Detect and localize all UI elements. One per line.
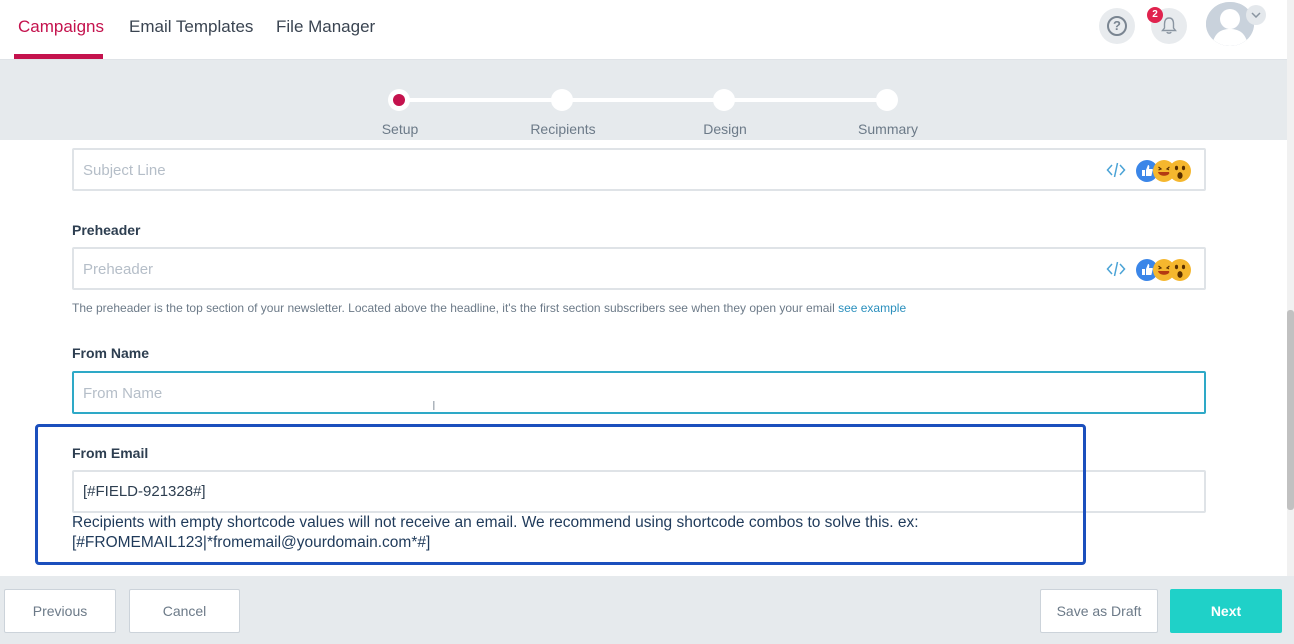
progress-stepper: Setup Recipients Design Summary — [0, 60, 1294, 140]
step-label-summary: Summary — [858, 121, 918, 137]
tab-file-manager[interactable]: File Manager — [276, 0, 375, 59]
preheader-hint: The preheader is the top section of your… — [72, 301, 906, 315]
tab-email-templates[interactable]: Email Templates — [129, 0, 253, 59]
chevron-down-icon — [1251, 12, 1261, 18]
step-dot-setup[interactable] — [388, 89, 410, 111]
tab-campaigns[interactable]: Campaigns — [18, 0, 104, 59]
next-button[interactable]: Next — [1170, 589, 1282, 633]
setup-form: Subject Line Preheader Preheader The pre… — [0, 140, 1287, 576]
step-dot-recipients[interactable] — [551, 89, 573, 111]
step-label-design: Design — [703, 121, 747, 137]
bell-icon — [1161, 17, 1177, 34]
step-label-setup: Setup — [381, 121, 419, 137]
save-draft-button[interactable]: Save as Draft — [1040, 589, 1158, 633]
emoji-picker-icon[interactable] — [1134, 158, 1192, 184]
scrollbar-track-top — [1287, 0, 1294, 60]
from-name-input[interactable]: From Name — [72, 371, 1206, 414]
code-icon[interactable] — [1106, 259, 1126, 279]
notification-badge: 2 — [1147, 7, 1163, 23]
preheader-field[interactable]: Preheader — [72, 247, 1206, 290]
code-icon[interactable] — [1106, 160, 1126, 180]
stepper-line — [400, 98, 887, 102]
from-name-label: From Name — [72, 345, 150, 361]
from-name-placeholder: From Name — [83, 385, 163, 402]
from-email-highlight — [35, 424, 1086, 565]
emoji-picker-icon[interactable] — [1134, 257, 1192, 283]
subject-line-placeholder: Subject Line — [83, 162, 166, 179]
step-dot-summary[interactable] — [876, 89, 898, 111]
help-button[interactable]: ? — [1099, 8, 1135, 44]
subject-line-field[interactable]: Subject Line — [72, 148, 1206, 191]
question-circle-icon: ? — [1107, 16, 1127, 36]
text-cursor-icon: I — [432, 398, 436, 413]
step-dot-design[interactable] — [713, 89, 735, 111]
previous-button[interactable]: Previous — [4, 589, 116, 633]
preheader-hint-text: The preheader is the top section of your… — [72, 301, 839, 315]
preheader-label: Preheader — [72, 222, 141, 238]
preheader-placeholder: Preheader — [83, 261, 154, 278]
top-nav: Campaigns Email Templates File Manager ?… — [0, 0, 1294, 60]
footer-actions: Previous Cancel Save as Draft Next — [0, 576, 1294, 644]
see-example-link[interactable]: see example — [838, 301, 906, 315]
cancel-button[interactable]: Cancel — [129, 589, 240, 633]
scrollbar-thumb[interactable] — [1287, 310, 1294, 510]
step-label-recipients: Recipients — [530, 121, 596, 137]
avatar-menu-toggle[interactable] — [1246, 5, 1266, 25]
active-tab-indicator — [14, 54, 103, 59]
